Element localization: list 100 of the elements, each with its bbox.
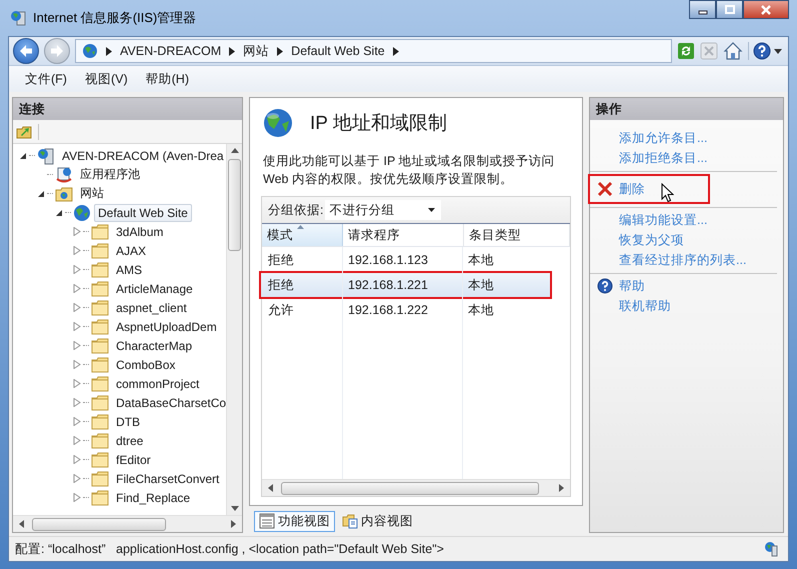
- scrollbar[interactable]: [13, 515, 242, 532]
- scroll-thumb[interactable]: [32, 518, 166, 530]
- tree-item[interactable]: aspnet_client: [112, 298, 191, 316]
- collapsed-icon[interactable]: [73, 265, 81, 274]
- action-link[interactable]: 帮助: [619, 278, 645, 294]
- menu-item[interactable]: 帮助(H): [142, 68, 199, 90]
- folder-icon: [91, 450, 109, 468]
- scroll-left-icon[interactable]: [268, 484, 273, 492]
- tree-item[interactable]: Find_Replace: [112, 488, 194, 506]
- expanded-icon[interactable]: [19, 152, 27, 160]
- action-link[interactable]: 查看经过排序的列表...: [619, 252, 746, 268]
- scrollbar[interactable]: [262, 479, 570, 496]
- tree-item[interactable]: ComboBox: [112, 356, 180, 374]
- action-link[interactable]: 删除: [619, 180, 645, 198]
- action-link[interactable]: 恢复为父项: [619, 232, 684, 248]
- help-button[interactable]: [748, 42, 782, 60]
- collapsed-icon[interactable]: [73, 360, 81, 369]
- column-header[interactable]: 模式: [262, 224, 343, 246]
- collapsed-icon[interactable]: [73, 455, 81, 464]
- tree-item[interactable]: FileCharsetConvert: [112, 470, 224, 488]
- feature-title: IP 地址和域限制: [310, 112, 447, 136]
- column-header[interactable]: 条目类型: [464, 224, 570, 246]
- caret-icon: [428, 208, 436, 212]
- home-icon[interactable]: [723, 42, 743, 60]
- group-dropdown[interactable]: 不进行分组: [325, 200, 442, 220]
- tree-item[interactable]: DTB: [112, 412, 144, 430]
- scrollbar[interactable]: [226, 144, 242, 515]
- table-cell-text: 本地: [467, 252, 495, 268]
- arrow-left-icon: [18, 44, 34, 58]
- collapsed-icon[interactable]: [73, 474, 81, 483]
- action-link[interactable]: 添加拒绝条目...: [619, 150, 708, 166]
- expanded-icon[interactable]: [37, 190, 45, 198]
- folder-icon: [91, 394, 109, 412]
- collapsed-icon[interactable]: [73, 322, 81, 331]
- scroll-down-icon[interactable]: [230, 506, 238, 511]
- scroll-up-icon[interactable]: [230, 148, 238, 153]
- tree-item[interactable]: CharacterMap: [112, 336, 196, 354]
- collapsed-icon[interactable]: [73, 436, 81, 445]
- panel-header: 连接: [13, 98, 242, 120]
- view-tab[interactable]: 功能视图: [254, 510, 335, 532]
- tree-item[interactable]: 3dAlbum: [112, 222, 168, 240]
- address-bar[interactable]: AVEN-DREACOM 网站 Default Web Site: [75, 39, 672, 63]
- tree-item[interactable]: DataBaseCharsetCo: [112, 394, 226, 412]
- back-button[interactable]: [13, 38, 39, 64]
- feature-description: 使用此功能可以基于 IP 地址或域名限制或授予访问 Web 内容的权限。按优先级顺序设置限制。: [263, 153, 556, 188]
- collapsed-icon[interactable]: [73, 493, 81, 502]
- tree-item[interactable]: AJAX: [112, 242, 150, 260]
- close-icon: [760, 4, 772, 14]
- tree-item[interactable]: 网站: [76, 183, 108, 204]
- tree-item[interactable]: fEditor: [112, 450, 155, 468]
- chevron-icon: [277, 46, 284, 56]
- tree-item[interactable]: AspnetUploadDem: [112, 318, 221, 336]
- tree-item[interactable]: dtree: [112, 432, 148, 450]
- action-link[interactable]: 添加允许条目...: [619, 130, 708, 146]
- app-pool-icon: [55, 166, 73, 184]
- scroll-right-icon[interactable]: [231, 520, 236, 528]
- tree-item[interactable]: 应用程序池: [76, 164, 144, 185]
- table-cell-text: 本地: [467, 276, 495, 294]
- tree-item[interactable]: Default Web Site: [94, 204, 192, 222]
- breadcrumb[interactable]: 网站: [243, 42, 270, 60]
- collapsed-icon[interactable]: [73, 341, 81, 350]
- collapsed-icon[interactable]: [73, 379, 81, 388]
- scroll-left-icon[interactable]: [19, 520, 24, 528]
- minimize-button[interactable]: [689, 0, 716, 19]
- globe-icon: [262, 107, 294, 139]
- expanded-icon[interactable]: [55, 208, 63, 216]
- group-label: 分组依据:: [268, 202, 324, 218]
- column-header[interactable]: 请求程序: [343, 224, 464, 246]
- collapsed-icon[interactable]: [73, 398, 81, 407]
- breadcrumb[interactable]: Default Web Site: [291, 44, 385, 58]
- stop-icon[interactable]: [700, 42, 718, 60]
- forward-button[interactable]: [44, 38, 70, 64]
- refresh-icon[interactable]: [677, 42, 695, 60]
- collapsed-icon[interactable]: [73, 417, 81, 426]
- tree-item[interactable]: commonProject: [112, 374, 204, 392]
- folder-arrow-icon[interactable]: [16, 124, 32, 140]
- close-button[interactable]: [743, 0, 789, 19]
- collapsed-icon[interactable]: [73, 227, 81, 236]
- table-cell-text: 本地: [467, 302, 495, 318]
- collapsed-icon[interactable]: [73, 246, 81, 255]
- scroll-right-icon[interactable]: [559, 484, 564, 492]
- breadcrumb[interactable]: AVEN-DREACOM: [120, 44, 222, 58]
- collapsed-icon[interactable]: [73, 284, 81, 293]
- scroll-thumb[interactable]: [281, 482, 539, 494]
- table-cell-text: 192.168.1.221: [347, 278, 429, 292]
- menu-item[interactable]: 文件(F): [21, 68, 77, 90]
- action-link[interactable]: 编辑功能设置...: [619, 212, 708, 228]
- maximize-button[interactable]: [716, 0, 743, 19]
- collapsed-icon[interactable]: [73, 303, 81, 312]
- scroll-thumb[interactable]: [228, 159, 241, 251]
- action-link[interactable]: 联机帮助: [619, 298, 671, 314]
- tree-item[interactable]: ArticleManage: [112, 280, 197, 298]
- tree-item[interactable]: AMS: [112, 260, 146, 278]
- table-row[interactable]: 拒绝 192.168.1.123 本地: [262, 249, 570, 271]
- table-row[interactable]: 允许 192.168.1.222 本地: [262, 299, 570, 321]
- tree-item[interactable]: AVEN-DREACOM (Aven-Drea: [58, 146, 226, 164]
- chevron-icon: [106, 46, 112, 56]
- table-row[interactable]: 拒绝 192.168.1.221 本地: [259, 271, 552, 299]
- view-tab[interactable]: 内容视图: [337, 510, 418, 532]
- menu-item[interactable]: 视图(V): [80, 68, 138, 90]
